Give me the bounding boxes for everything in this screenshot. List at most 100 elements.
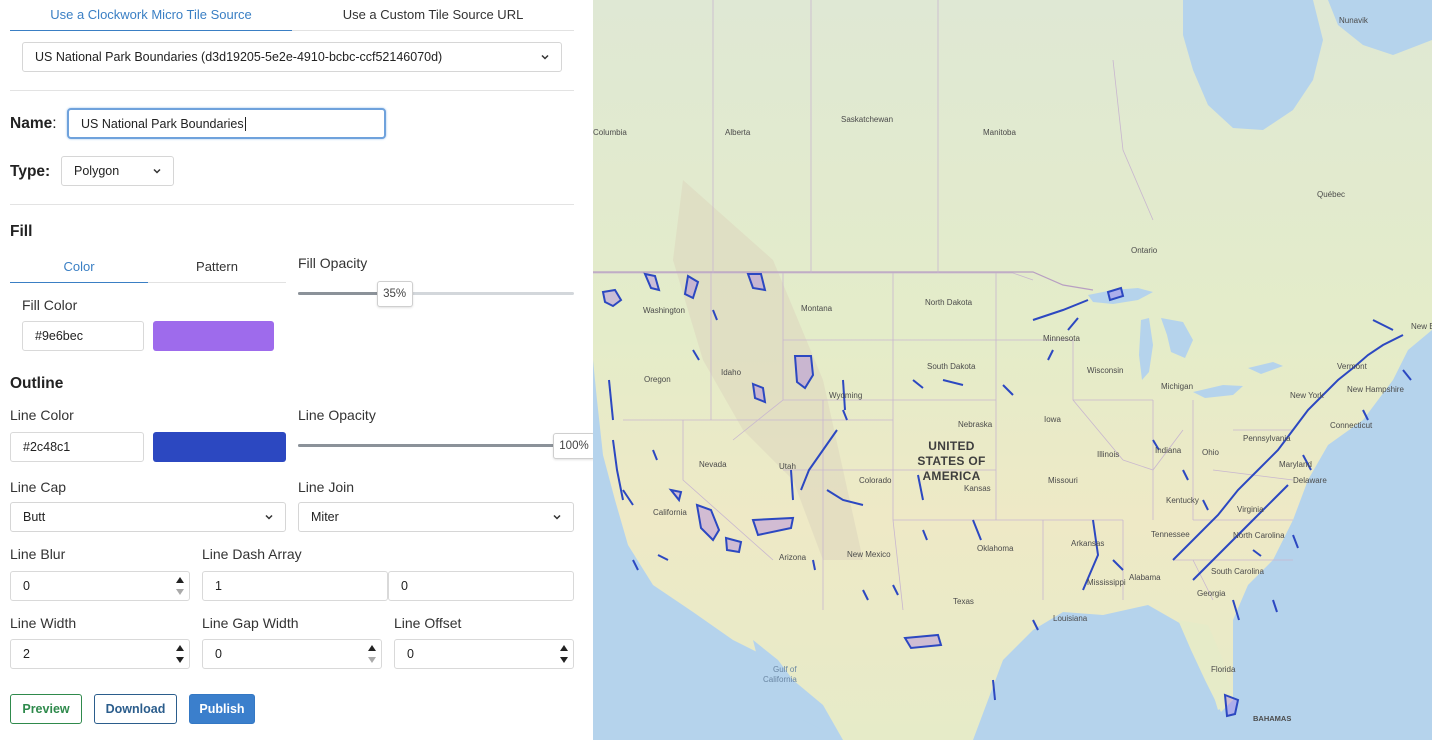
map-label: Minnesota <box>1043 334 1080 343</box>
map-label: Arkansas <box>1071 539 1105 548</box>
text-cursor <box>244 116 246 131</box>
map-label: Connecticut <box>1330 421 1373 430</box>
fill-color-swatch[interactable] <box>153 321 274 351</box>
map-label: Wyoming <box>829 391 863 400</box>
map-label: Delaware <box>1293 476 1327 485</box>
tile-source-select-value: US National Park Boundaries (d3d19205-5e… <box>35 50 443 64</box>
download-button[interactable]: Download <box>94 694 177 724</box>
map-label: Oklahoma <box>977 544 1014 553</box>
map-label: Manitoba <box>983 128 1016 137</box>
map-label: New Br <box>1411 322 1432 331</box>
tab-clockwork-source[interactable]: Use a Clockwork Micro Tile Source <box>10 0 292 31</box>
line-dash-first-input[interactable]: 1 <box>202 571 388 601</box>
map-label: Ohio <box>1202 448 1219 457</box>
map-label: Iowa <box>1044 415 1061 424</box>
decrement-arrow-icon[interactable] <box>557 654 571 666</box>
outline-section-title: Outline <box>10 375 64 392</box>
line-offset-input[interactable]: 0 <box>394 639 574 669</box>
layer-name-input[interactable]: US National Park Boundaries <box>67 108 386 139</box>
map-label: California <box>763 675 797 684</box>
map-label: Illinois <box>1097 450 1120 459</box>
map-label: Columbia <box>593 128 627 137</box>
map-label: Alabama <box>1129 573 1161 582</box>
map-label: Vermont <box>1337 362 1367 371</box>
map-label: Nunavik <box>1339 16 1368 25</box>
line-gap-width-value: 0 <box>215 647 222 661</box>
fill-color-input[interactable]: #9e6bec <box>22 321 144 351</box>
line-join-label: Line Join <box>298 479 355 495</box>
tab-fill-pattern[interactable]: Pattern <box>148 252 286 283</box>
map-label: North Carolina <box>1233 531 1285 540</box>
map-label: Colorado <box>859 476 892 485</box>
increment-arrow-icon[interactable] <box>173 642 187 654</box>
line-blur-input[interactable]: 0 <box>10 571 190 601</box>
map-label: Pennsylvania <box>1243 434 1291 443</box>
line-dash-second-value: 0 <box>401 579 408 593</box>
decrement-arrow-icon[interactable] <box>365 654 379 666</box>
map-label: Georgia <box>1197 589 1226 598</box>
map-label: Virginia <box>1237 505 1264 514</box>
line-opacity-label: Line Opacity <box>298 407 376 423</box>
geometry-type-value: Polygon <box>74 164 120 178</box>
map-label: Kansas <box>964 484 991 493</box>
map-label: Oregon <box>644 375 671 384</box>
increment-arrow-icon[interactable] <box>557 642 571 654</box>
line-width-input[interactable]: 2 <box>10 639 190 669</box>
map-label: Texas <box>953 597 974 606</box>
increment-arrow-icon[interactable] <box>173 574 187 586</box>
line-dash-second-input[interactable]: 0 <box>388 571 574 601</box>
map-preview[interactable]: Nunavik Saskatchewan Manitoba Alberta Co… <box>593 0 1432 740</box>
line-offset-label: Line Offset <box>394 615 462 631</box>
line-join-select[interactable]: Miter <box>298 502 574 532</box>
line-cap-select[interactable]: Butt <box>10 502 286 532</box>
line-cap-label: Line Cap <box>10 479 67 495</box>
fill-opacity-label: Fill Opacity <box>298 255 368 271</box>
chevron-down-icon <box>552 512 562 522</box>
line-dash-array-label: Line Dash Array <box>202 546 302 562</box>
park-boundaries-layer <box>601 272 1412 718</box>
line-opacity-slider-fill <box>298 444 574 447</box>
map-label: Arizona <box>779 553 807 562</box>
map-label: Québec <box>1317 190 1346 199</box>
publish-button[interactable]: Publish <box>189 694 255 724</box>
fill-section-title: Fill <box>10 223 33 240</box>
fill-opacity-slider-handle[interactable]: 35% <box>376 281 413 307</box>
map-label: New York <box>1290 391 1324 400</box>
decrement-arrow-icon[interactable] <box>173 586 187 598</box>
line-opacity-slider-handle[interactable]: 100% <box>553 433 595 459</box>
preview-button[interactable]: Preview <box>10 694 82 724</box>
map-label: Nevada <box>699 460 727 469</box>
line-offset-value: 0 <box>407 647 414 661</box>
map-label: Idaho <box>721 368 742 377</box>
map-label: Indiana <box>1155 446 1182 455</box>
map-label: BAHAMAS <box>1253 714 1292 723</box>
map-label: North Dakota <box>925 298 973 307</box>
map-label: Mississippi <box>1087 578 1126 587</box>
map-label: Wisconsin <box>1087 366 1124 375</box>
line-gap-width-input[interactable]: 0 <box>202 639 382 669</box>
tile-source-select[interactable]: US National Park Boundaries (d3d19205-5e… <box>22 42 562 72</box>
decrement-arrow-icon[interactable] <box>173 654 187 666</box>
fill-color-value: #9e6bec <box>35 329 83 343</box>
geometry-type-select[interactable]: Polygon <box>61 156 174 186</box>
map-label: Kentucky <box>1166 496 1199 505</box>
increment-arrow-icon[interactable] <box>365 642 379 654</box>
line-gap-width-label: Line Gap Width <box>202 615 299 631</box>
map-label: Alberta <box>725 128 751 137</box>
divider <box>10 204 574 205</box>
map-label: California <box>653 508 687 517</box>
map-label: Maryland <box>1279 460 1312 469</box>
layer-name-value: US National Park Boundaries <box>81 116 244 131</box>
chevron-down-icon <box>152 166 162 176</box>
tab-custom-source-url[interactable]: Use a Custom Tile Source URL <box>292 0 574 31</box>
map-label: Florida <box>1211 665 1236 674</box>
tab-fill-color[interactable]: Color <box>10 252 148 283</box>
line-width-value: 2 <box>23 647 30 661</box>
line-color-swatch[interactable] <box>153 432 286 462</box>
map-label: Michigan <box>1161 382 1194 391</box>
chevron-down-icon <box>540 52 550 62</box>
line-dash-first-value: 1 <box>215 579 222 593</box>
line-color-input[interactable]: #2c48c1 <box>10 432 144 462</box>
divider <box>10 90 574 91</box>
map-label: Washington <box>643 306 685 315</box>
